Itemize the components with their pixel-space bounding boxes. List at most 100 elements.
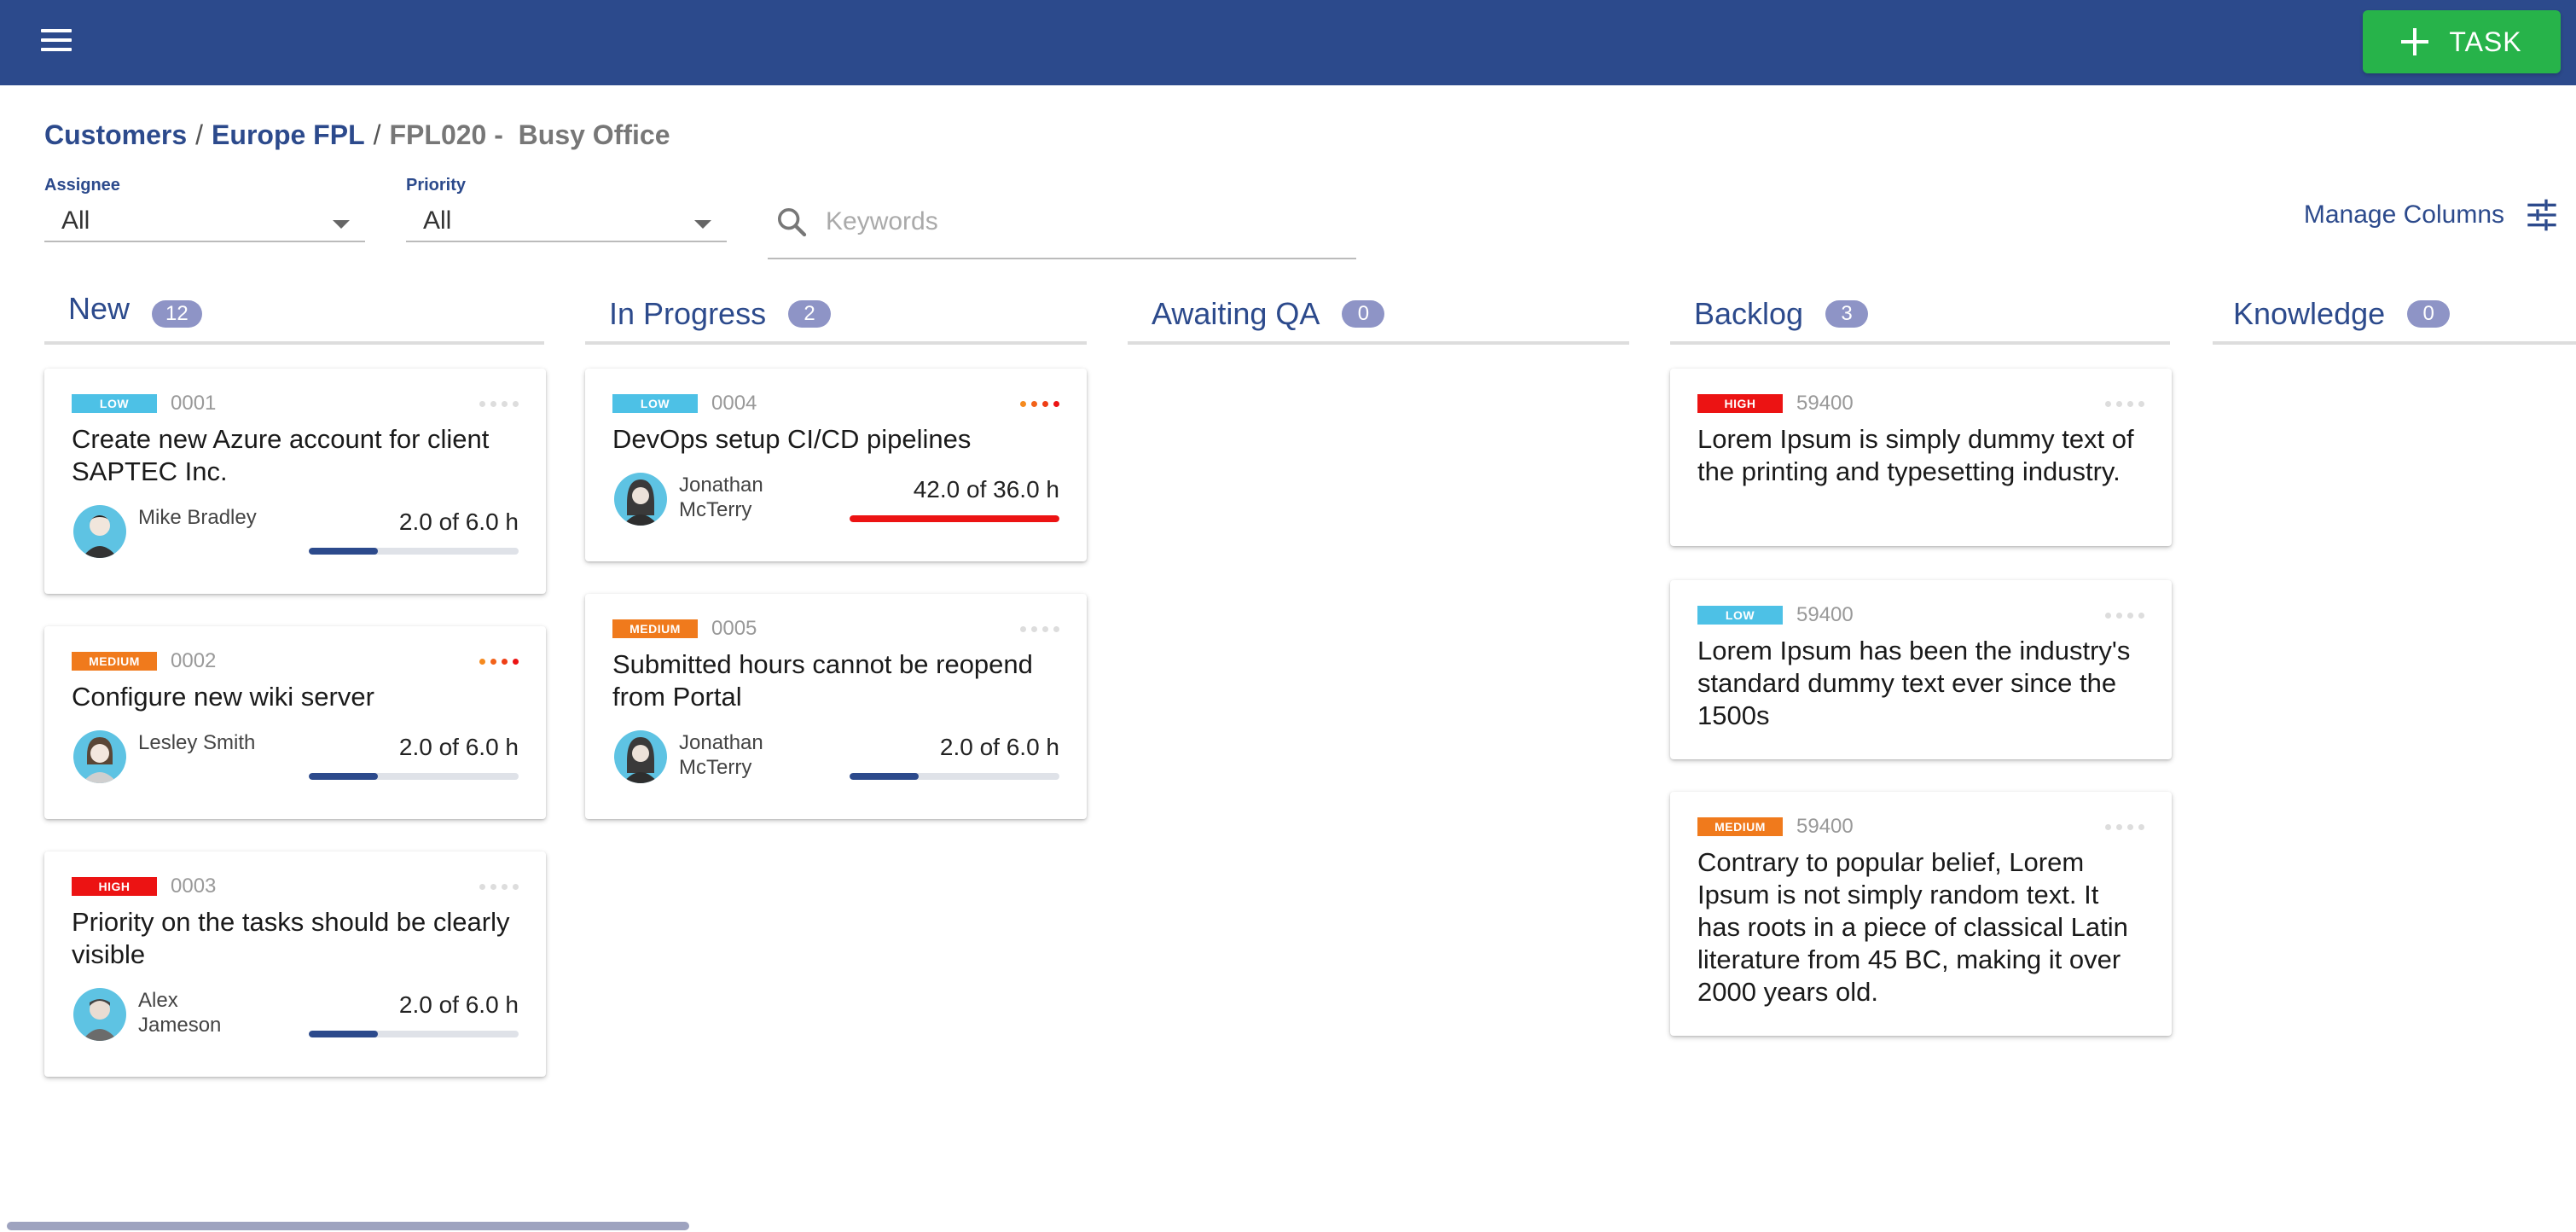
task-id: 59400 <box>1796 392 1854 415</box>
backlog-card[interactable]: HIGH 59400 Lorem Ipsum is simply dummy t… <box>1670 369 2172 546</box>
assignee-label: Assignee <box>44 176 120 195</box>
task-id: 0003 <box>171 875 217 898</box>
more-dots-icon[interactable] <box>479 400 519 407</box>
more-dots-icon[interactable] <box>2105 400 2144 407</box>
assignee-select[interactable]: All <box>44 198 365 242</box>
add-task-label: TASK <box>2449 26 2522 57</box>
task-id: 59400 <box>1796 815 1854 838</box>
column-count-badge: 3 <box>1825 300 1869 328</box>
task-title: Submitted hours cannot be reopend from P… <box>612 649 1033 712</box>
priority-badge: MEDIUM <box>72 652 157 671</box>
breadcrumb-customers[interactable]: Customers <box>44 119 187 151</box>
more-dots-icon[interactable] <box>2105 823 2144 830</box>
task-title: Create new Azure account for client SAPT… <box>72 424 490 486</box>
task-card[interactable]: LOW 0004 DevOps setup CI/CD pipelines Jo… <box>585 369 1087 561</box>
column-header-new: New 12 <box>44 287 544 345</box>
avatar <box>73 988 126 1041</box>
task-title: Lorem Ipsum is simply dummy text of the … <box>1697 424 2134 486</box>
assignee-name: Jonathan McTerry <box>679 731 763 779</box>
dropdown-caret-icon <box>333 220 350 229</box>
assignee-name: Alex Jameson <box>138 989 222 1037</box>
avatar <box>73 730 126 783</box>
task-title: DevOps setup CI/CD pipelines <box>612 424 972 454</box>
priority-badge: MEDIUM <box>612 619 698 638</box>
backlog-card[interactable]: LOW 59400 Lorem Ipsum has been the indus… <box>1670 580 2172 759</box>
priority-badge: LOW <box>612 394 698 413</box>
task-id: 0005 <box>711 617 757 640</box>
hours-logged: 2.0 of 6.0 h <box>398 991 519 1018</box>
breadcrumb-europe-fpl[interactable]: Europe FPL <box>212 119 365 151</box>
assignee-name: Jonathan McTerry <box>679 474 763 521</box>
priority-badge: LOW <box>72 394 157 413</box>
dropdown-caret-icon <box>694 220 711 229</box>
priority-badge: LOW <box>1697 606 1783 625</box>
hours-logged: 2.0 of 6.0 h <box>398 508 519 535</box>
column-header-awaiting-qa: Awaiting QA 0 <box>1128 287 1629 345</box>
breadcrumb-current: FPL020 - Busy Office <box>389 119 670 150</box>
column-header-backlog: Backlog 3 <box>1670 287 2170 345</box>
column-title: New <box>68 291 131 326</box>
search-icon <box>778 208 807 237</box>
task-title: Configure new wiki server <box>72 682 374 712</box>
horizontal-scrollbar[interactable] <box>7 1222 689 1230</box>
column-header-knowledge: Knowledge 0 <box>2213 287 2576 345</box>
task-title: Lorem Ipsum has been the industry's stan… <box>1697 636 2131 730</box>
tune-icon <box>2527 199 2556 231</box>
manage-columns-label: Manage Columns <box>2303 200 2504 229</box>
column-title: In Progress <box>609 296 767 331</box>
hours-progress-bar <box>309 1031 519 1037</box>
priority-value: All <box>423 206 452 235</box>
breadcrumb: Customers / Europe FPL / FPL020 - Busy O… <box>44 119 670 151</box>
avatar <box>614 473 667 526</box>
column-count-badge: 12 <box>152 300 202 328</box>
priority-label: Priority <box>406 176 467 195</box>
task-id: 0001 <box>171 392 217 415</box>
column-title: Backlog <box>1694 296 1804 331</box>
assignee-filter: Assignee All <box>44 176 365 242</box>
column-header-in-progress: In Progress 2 <box>585 287 1087 345</box>
task-id: 59400 <box>1796 603 1854 626</box>
more-dots-icon[interactable] <box>479 658 519 665</box>
hours-logged: 2.0 of 6.0 h <box>398 734 519 760</box>
hours-progress-bar <box>309 773 519 780</box>
more-dots-icon[interactable] <box>1020 625 1059 632</box>
search-input[interactable] <box>824 201 1336 242</box>
priority-select[interactable]: All <box>406 198 727 242</box>
column-count-badge: 2 <box>788 300 832 328</box>
assignee-name: Mike Bradley <box>138 506 257 529</box>
avatar <box>73 505 126 558</box>
breadcrumb-separator: / <box>195 119 204 150</box>
more-dots-icon[interactable] <box>479 883 519 890</box>
avatar <box>614 730 667 783</box>
priority-badge: HIGH <box>72 877 157 896</box>
hours-progress-bar <box>850 773 1059 780</box>
more-dots-icon[interactable] <box>2105 612 2144 619</box>
column-count-badge: 0 <box>1342 300 1385 328</box>
more-dots-icon[interactable] <box>1020 400 1059 407</box>
priority-badge: MEDIUM <box>1697 817 1783 836</box>
hours-progress-bar <box>850 515 1059 522</box>
backlog-card[interactable]: MEDIUM 59400 Contrary to popular belief,… <box>1670 792 2172 1036</box>
task-title: Priority on the tasks should be clearly … <box>72 907 510 969</box>
task-card[interactable]: MEDIUM 0005 Submitted hours cannot be re… <box>585 594 1087 819</box>
assignee-name: Lesley Smith <box>138 731 256 754</box>
hours-logged: 2.0 of 6.0 h <box>939 734 1059 760</box>
column-title: Awaiting QA <box>1152 296 1320 331</box>
task-card[interactable]: HIGH 0003 Priority on the tasks should b… <box>44 851 546 1077</box>
keyword-search <box>768 198 1356 259</box>
column-title: Knowledge <box>2233 296 2386 331</box>
breadcrumb-separator: / <box>373 119 381 150</box>
task-id: 0002 <box>171 649 217 672</box>
task-card[interactable]: LOW 0001 Create new Azure account for cl… <box>44 369 546 594</box>
manage-columns-button[interactable]: Manage Columns <box>2304 198 2559 232</box>
priority-filter: Priority All <box>406 176 727 242</box>
column-count-badge: 0 <box>2407 300 2451 328</box>
plus-icon <box>2401 28 2429 55</box>
add-task-button[interactable]: TASK <box>2363 10 2561 73</box>
priority-badge: HIGH <box>1697 394 1783 413</box>
hours-progress-bar <box>309 548 519 555</box>
top-app-bar: TASK <box>0 0 2576 85</box>
task-card[interactable]: MEDIUM 0002 Configure new wiki server Le… <box>44 626 546 819</box>
menu-icon[interactable] <box>41 29 72 56</box>
assignee-value: All <box>61 206 90 235</box>
